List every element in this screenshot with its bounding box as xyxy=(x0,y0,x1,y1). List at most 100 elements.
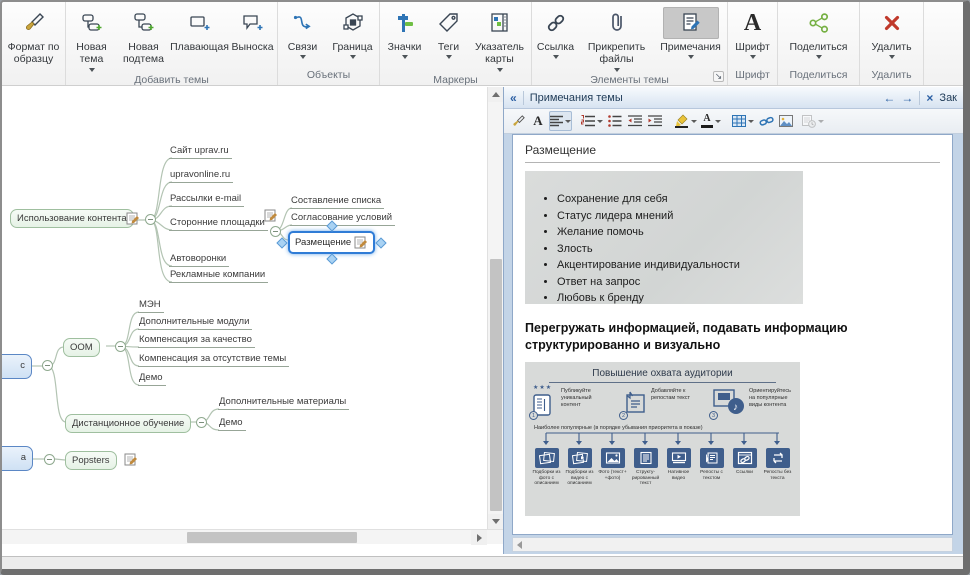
font-color-button[interactable]: A xyxy=(700,111,722,131)
topic-note-icon[interactable] xyxy=(264,209,278,222)
ribbon: Формат по образцу Новая тема Но xyxy=(2,2,963,86)
notes-hscrollbar[interactable] xyxy=(512,537,953,552)
map-index-button[interactable]: Указатель карты xyxy=(469,5,531,72)
topic-dist-obuchenie[interactable]: Дистанционное обучение xyxy=(65,414,191,433)
delete-button[interactable]: Удалить xyxy=(862,5,922,67)
status-bar xyxy=(2,556,963,569)
topic-upravonline[interactable]: upravonline.ru xyxy=(169,169,233,183)
panel-title: Примечания темы xyxy=(530,92,623,104)
topic-razmeshenie-selected[interactable]: Размещение xyxy=(288,231,375,254)
floating-topic-button[interactable]: Плавающая xyxy=(171,5,229,72)
dropdown-caret xyxy=(402,55,408,59)
new-topic-button[interactable]: Новая тема xyxy=(67,5,117,72)
vscroll-thumb[interactable] xyxy=(490,259,502,511)
content-type-item: Ссылки xyxy=(728,447,761,487)
content-type-item: Структу- рированный текст xyxy=(629,447,662,487)
icons-button[interactable]: Значки xyxy=(381,5,429,72)
notes-font-button[interactable]: A xyxy=(529,111,547,131)
callout-button[interactable]: Выноска xyxy=(229,5,277,72)
icon-markers-icon xyxy=(385,7,425,39)
scroll-up-arrow[interactable] xyxy=(488,87,504,102)
topic-storonnie[interactable]: Сторонние площадки xyxy=(169,217,268,231)
numbered-list-button[interactable] xyxy=(580,111,604,131)
topic-komp-kachestvo[interactable]: Компенсация за качество xyxy=(138,334,255,348)
topic-sait-uprav[interactable]: Сайт uprav.ru xyxy=(169,145,232,159)
topic-note-icon[interactable] xyxy=(354,236,368,249)
tags-button[interactable]: Теги xyxy=(429,5,469,72)
close-panel-icon[interactable]: × xyxy=(926,92,933,104)
notes-hyperlink-button[interactable] xyxy=(757,111,775,131)
ribbon-group-objects: Связи Граница Объекты xyxy=(278,2,380,85)
scroll-right-arrow[interactable] xyxy=(471,530,487,545)
format-painter-button[interactable]: Формат по образцу xyxy=(3,5,65,67)
topic-dop-moduli[interactable]: Дополнительные модули xyxy=(138,316,252,330)
ribbon-group-markers: Значки Теги Указатель карты xyxy=(380,2,532,85)
insert-table-button[interactable] xyxy=(731,111,755,131)
topic-demo-1[interactable]: Демо xyxy=(138,372,166,386)
map-canvas[interactable]: Использование контента Сайт uprav.ru upr… xyxy=(2,87,487,529)
collapse-toggle[interactable] xyxy=(44,454,55,465)
photo-icon xyxy=(601,448,625,468)
canvas-hscrollbar[interactable] xyxy=(2,529,503,544)
attach-files-button[interactable]: Прикрепить файлы xyxy=(579,5,655,72)
topic-oom[interactable]: ООМ xyxy=(63,338,100,357)
collapse-toggle[interactable] xyxy=(42,360,53,371)
notes-scroll-left-arrow[interactable] xyxy=(517,541,522,549)
notes-button[interactable]: Примечания xyxy=(655,5,727,72)
topic-ispolzovanie-kontenta[interactable]: Использование контента xyxy=(10,209,134,228)
nav-forward-icon[interactable]: → xyxy=(901,92,913,104)
dropdown-caret xyxy=(688,55,694,59)
infographic-arrows xyxy=(530,432,795,446)
hscroll-thumb[interactable] xyxy=(187,532,357,543)
structured-text-icon xyxy=(634,448,658,468)
map-index-icon xyxy=(480,7,520,39)
align-button[interactable] xyxy=(549,111,572,131)
topic-men[interactable]: МЭН xyxy=(138,299,164,313)
collapse-toggle[interactable] xyxy=(115,341,126,352)
infographic-popular-label: Наиболее популярные (в порядке убывания … xyxy=(534,425,795,431)
topic-sostavlenie[interactable]: Составление списка xyxy=(290,195,384,209)
topic-demo-2[interactable]: Демо xyxy=(218,417,246,431)
topic-cut-2[interactable]: а xyxy=(2,446,33,471)
ribbon-group-share: Поделиться Поделиться xyxy=(778,2,860,85)
collapse-panel-icon[interactable]: « xyxy=(510,92,517,104)
topic-avtovoronki[interactable]: Автоворонки xyxy=(169,253,229,267)
content-type-item: Фото (текст+ +фото) xyxy=(596,447,629,487)
indent-button[interactable] xyxy=(646,111,664,131)
collapse-toggle[interactable] xyxy=(145,214,156,225)
topic-reklamnye[interactable]: Рекламные компании xyxy=(169,269,268,283)
collapse-toggle[interactable] xyxy=(270,226,281,237)
highlight-button[interactable] xyxy=(673,111,698,131)
bullet-list-button[interactable] xyxy=(606,111,624,131)
boundary-button[interactable]: Граница xyxy=(327,5,379,67)
insert-image-button[interactable] xyxy=(777,111,795,131)
scroll-down-arrow[interactable] xyxy=(488,514,504,529)
canvas-vscrollbar[interactable] xyxy=(487,87,503,529)
paperclip-icon xyxy=(597,7,637,39)
topic-rassylki[interactable]: Рассылки e-mail xyxy=(169,193,244,207)
outdent-button[interactable] xyxy=(626,111,644,131)
relationship-button[interactable]: Связи xyxy=(279,5,327,67)
new-subtopic-button[interactable]: Новая подтема xyxy=(117,5,171,72)
share-icon xyxy=(799,7,839,39)
topic-popsters[interactable]: Popsters xyxy=(65,451,117,470)
topic-note-icon[interactable] xyxy=(126,212,140,225)
dialog-launcher-icon[interactable]: ↘ xyxy=(713,71,724,82)
notes-format-painter-button[interactable] xyxy=(509,111,527,131)
close-panel-label[interactable]: Зак xyxy=(939,92,957,104)
font-button[interactable]: A Шрифт xyxy=(729,5,777,67)
note-editor[interactable]: Размещение Сохранение для себя Статус ли… xyxy=(512,134,953,535)
nav-back-icon[interactable]: ← xyxy=(883,92,895,104)
infographic-step: ♪ 3 Ориентируйтесь на популярные виды ко… xyxy=(712,388,793,418)
app-window: Формат по образцу Новая тема Но xyxy=(0,0,970,575)
topic-cut-1[interactable]: с xyxy=(2,354,32,379)
topic-komp-otsutstvie[interactable]: Компенсация за отсутствие темы xyxy=(138,353,289,367)
topic-note-icon[interactable] xyxy=(124,453,138,466)
collapse-toggle[interactable] xyxy=(196,417,207,428)
insert-timestamp-button[interactable] xyxy=(801,111,825,131)
share-button[interactable]: Поделиться xyxy=(780,5,858,67)
topic-soglasovanie[interactable]: Согласование условий xyxy=(290,212,395,226)
topic-dop-materialy[interactable]: Дополнительные материалы xyxy=(218,396,349,410)
hyperlink-button[interactable]: Ссылка xyxy=(533,5,579,72)
content-type-item: Нативное видео xyxy=(662,447,695,487)
